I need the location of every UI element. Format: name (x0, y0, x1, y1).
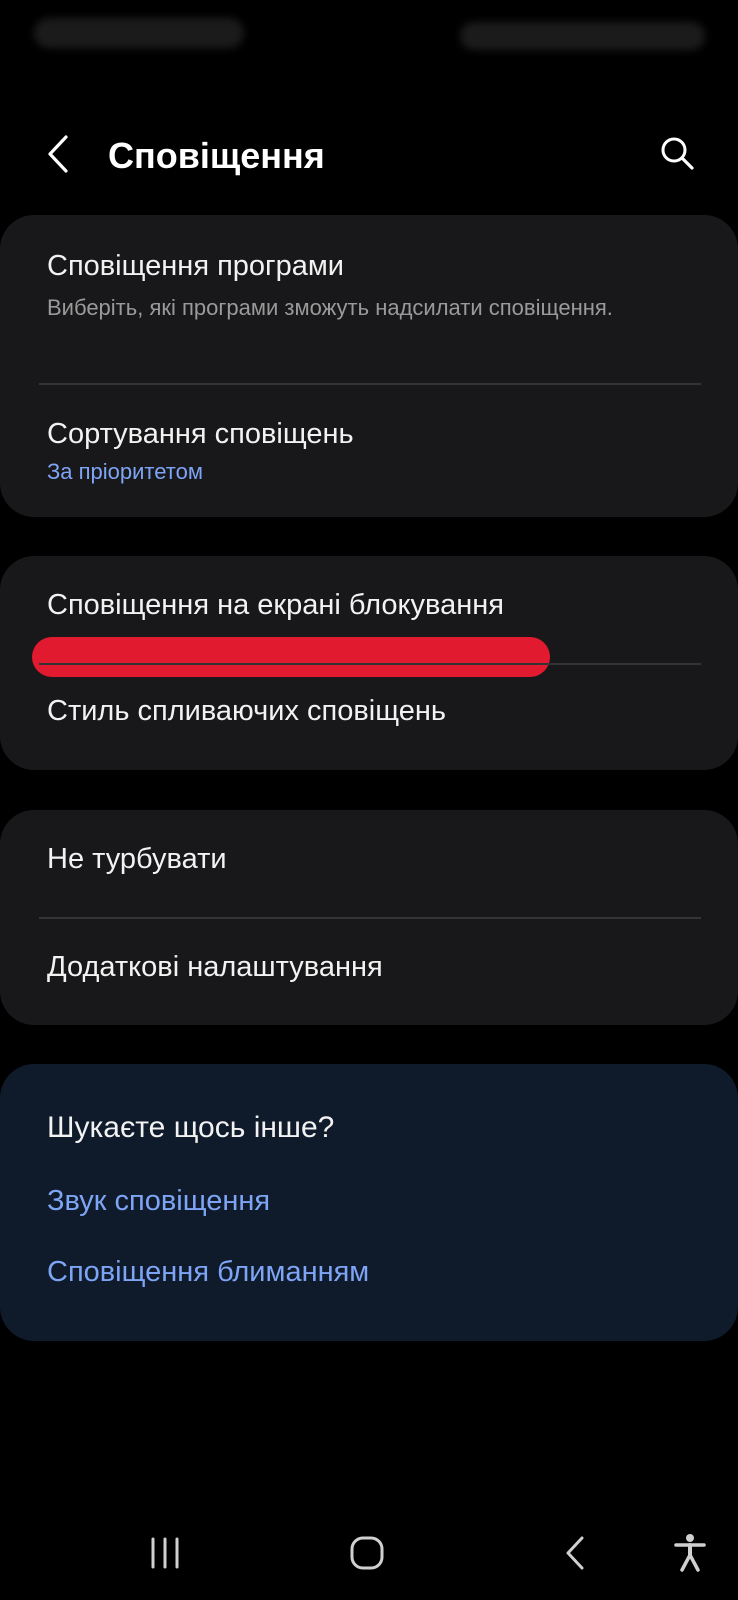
popup-style-item[interactable]: Стиль спливаючих сповіщень (47, 692, 708, 730)
back-icon (563, 1535, 587, 1576)
back-button[interactable] (36, 128, 80, 184)
page-title: Сповіщення (108, 135, 325, 176)
search-button[interactable] (652, 130, 702, 180)
app-notifications-subtitle: Виберіть, які програми зможуть надсилати… (47, 295, 613, 320)
notification-sorting-item[interactable]: Сортування сповіщень За пріоритетом (47, 415, 708, 487)
notification-sorting-title: Сортування сповіщень (47, 418, 354, 450)
advanced-settings-title: Додаткові налаштування (47, 951, 383, 983)
suggestion-link-notification-sound[interactable]: Звук сповіщення (47, 1181, 270, 1221)
divider (39, 663, 701, 665)
suggestions-card: Шукаєте щось інше? Звук сповіщення Спові… (0, 1064, 738, 1341)
home-button[interactable] (332, 1522, 402, 1588)
lock-screen-notifications-title: Сповіщення на екрані блокування (47, 589, 505, 621)
do-not-disturb-item[interactable]: Не турбувати (47, 840, 708, 878)
notification-settings-card-2: Сповіщення на екрані блокування Стиль сп… (0, 556, 738, 770)
lock-screen-notifications-item[interactable]: Сповіщення на екрані блокування (47, 586, 708, 624)
notification-sorting-value: За пріоритетом (47, 459, 203, 484)
do-not-disturb-title: Не турбувати (47, 843, 227, 875)
suggestion-link-flash-notification[interactable]: Сповіщення блиманням (47, 1252, 369, 1292)
status-bar-right-redacted (460, 22, 705, 50)
divider (39, 383, 701, 385)
nav-back-button[interactable] (540, 1522, 610, 1588)
popup-style-title: Стиль спливаючих сповіщень (47, 695, 446, 727)
accessibility-button[interactable] (655, 1522, 725, 1588)
divider (39, 917, 701, 919)
chevron-left-icon (45, 134, 71, 179)
status-bar-left-redacted (34, 18, 244, 48)
accessibility-icon (673, 1533, 707, 1578)
notification-settings-card-1: Сповіщення програми Виберіть, які програ… (0, 215, 738, 517)
home-icon (349, 1535, 385, 1576)
app-notifications-title: Сповіщення програми (47, 250, 345, 282)
app-notifications-item[interactable]: Сповіщення програми Виберіть, які програ… (47, 247, 708, 325)
search-icon (659, 135, 695, 176)
advanced-settings-item[interactable]: Додаткові налаштування (47, 948, 708, 986)
recents-icon (148, 1537, 182, 1574)
recents-button[interactable] (130, 1522, 200, 1588)
notification-settings-card-3: Не турбувати Додаткові налаштування (0, 810, 738, 1025)
suggestions-title: Шукаєте щось інше? (47, 1111, 335, 1144)
redaction-mark (32, 637, 550, 677)
